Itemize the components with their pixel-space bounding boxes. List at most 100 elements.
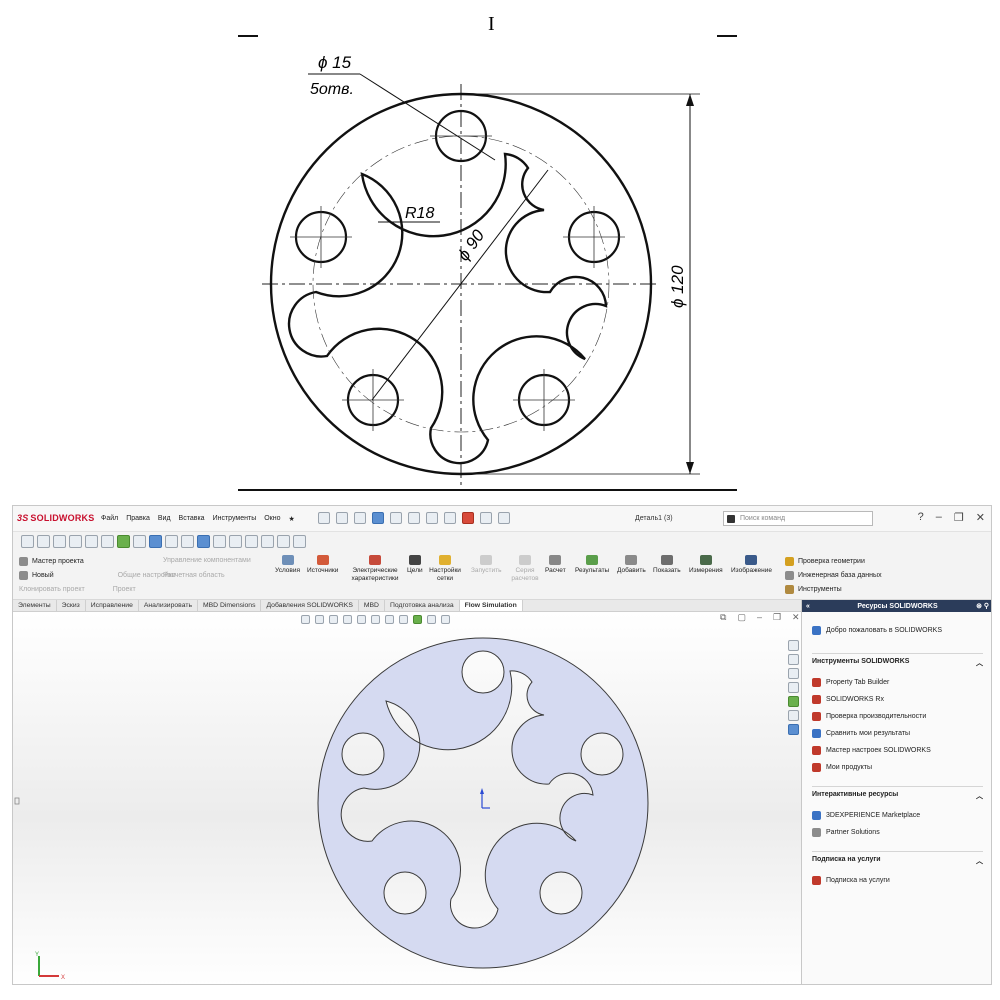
property-tab-builder-link[interactable]: Property Tab Builder xyxy=(812,674,983,691)
zoom-area-icon[interactable] xyxy=(37,535,50,548)
drawing-canvas: I ϕ 15 5отв. R18 ϕ 90 ϕ 120 xyxy=(238,13,737,491)
menu-edit[interactable]: Правка xyxy=(126,515,150,523)
search-commands-input[interactable]: Поиск команд xyxy=(723,511,873,526)
marketplace-link[interactable]: 3DEXPERIENCE Marketplace xyxy=(812,807,983,824)
pin-icon[interactable]: ★ xyxy=(289,515,295,523)
flow-sim-icon[interactable] xyxy=(181,535,194,548)
print-icon[interactable] xyxy=(390,512,402,524)
calculation-button[interactable]: Расчет xyxy=(545,555,566,575)
electrical-props-button[interactable]: Электрические характеристики xyxy=(347,555,403,583)
restore-button[interactable]: ❐ xyxy=(954,511,964,524)
file-properties-icon[interactable] xyxy=(480,512,492,524)
tab-sketch[interactable]: Эскиз xyxy=(57,600,86,611)
hide-show-icon[interactable] xyxy=(101,535,114,548)
marketplace-icon xyxy=(812,811,821,820)
tab-features[interactable]: Элементы xyxy=(13,600,57,611)
settings-wizard-link[interactable]: Мастер настроек SOLIDWORKS xyxy=(812,742,983,759)
menu-window[interactable]: Окно xyxy=(264,515,280,523)
view-cube-icon[interactable] xyxy=(149,535,162,548)
custom-props-tab-icon[interactable] xyxy=(788,710,799,721)
trimetric-icon[interactable] xyxy=(245,535,258,548)
home-icon[interactable] xyxy=(318,512,330,524)
wireframe-icon[interactable] xyxy=(277,535,290,548)
zoom-icon[interactable] xyxy=(21,535,34,548)
collapse-subscription-icon[interactable]: ︿ xyxy=(976,856,983,866)
redo-icon[interactable] xyxy=(426,512,438,524)
my-products-link[interactable]: Мои продукты xyxy=(812,759,983,776)
new-document-icon[interactable] xyxy=(336,512,348,524)
partner-solutions-link[interactable]: Partner Solutions xyxy=(812,824,983,841)
measure-icon[interactable] xyxy=(293,535,306,548)
shaded-icon[interactable] xyxy=(197,535,210,548)
open-folder-icon[interactable] xyxy=(354,512,366,524)
standard-views-icon[interactable] xyxy=(213,535,226,548)
collapse-pane-icon[interactable]: « xyxy=(806,603,810,610)
compare-results-link[interactable]: Сравнить мои результаты xyxy=(812,725,983,742)
subscription-link[interactable]: Подписка на услуги xyxy=(812,872,983,889)
file-explorer-tab-icon[interactable] xyxy=(788,668,799,679)
sources-button[interactable]: Источники xyxy=(307,555,338,575)
save-icon[interactable] xyxy=(372,512,384,524)
engineering-db-button[interactable]: Инженерная база данных xyxy=(785,568,985,582)
document-title: Деталь1 (3) xyxy=(635,515,673,522)
tab-analysis-prep[interactable]: Подготовка анализа xyxy=(385,600,460,611)
welcome-link[interactable]: Добро пожаловать в SOLIDWORKS xyxy=(812,626,983,635)
menu-tools[interactable]: Инструменты xyxy=(213,515,257,523)
tab-mbd-dimensions[interactable]: MBD Dimensions xyxy=(198,600,262,611)
performance-check-link[interactable]: Проверка производительности xyxy=(812,708,983,725)
isometric-icon[interactable] xyxy=(229,535,242,548)
menu-file[interactable]: Файл xyxy=(101,515,118,523)
flange-body[interactable] xyxy=(317,637,649,969)
close-button[interactable]: ✕ xyxy=(976,511,985,524)
tab-repair[interactable]: Исправление xyxy=(86,600,139,611)
tab-evaluate[interactable]: Анализировать xyxy=(139,600,198,611)
pane-pin-icon[interactable]: ⊛ ⚲ xyxy=(976,602,989,610)
display-style-icon[interactable] xyxy=(85,535,98,548)
goals-button[interactable]: Цели xyxy=(407,555,423,575)
section-view-icon[interactable] xyxy=(165,535,178,548)
new-project-button[interactable]: Новый Общие настройки xyxy=(19,568,269,582)
database-icon xyxy=(785,570,794,580)
project-dropdown[interactable]: Проект xyxy=(113,586,136,593)
measurements-button[interactable]: Измерения xyxy=(689,555,723,575)
results-button[interactable]: Результаты xyxy=(575,555,609,575)
appearance-icon[interactable] xyxy=(117,535,130,548)
appearances-tab-icon[interactable] xyxy=(788,696,799,707)
tab-flow-simulation[interactable]: Flow Simulation xyxy=(459,600,523,611)
menu-insert[interactable]: Вставка xyxy=(179,515,205,523)
solidworks-window: 3S SOLIDWORKS Файл Правка Вид Вставка Инс… xyxy=(12,505,992,985)
solidworks-rx-link[interactable]: SOLIDWORKS Rx xyxy=(812,691,983,708)
view-palette-tab-icon[interactable] xyxy=(788,682,799,693)
scene-icon[interactable] xyxy=(133,535,146,548)
show-button[interactable]: Показать xyxy=(653,555,681,575)
dim-hole-diameter: ϕ 15 xyxy=(318,53,352,72)
forum-tab-icon[interactable] xyxy=(788,724,799,735)
add-icon xyxy=(625,555,638,565)
image-button[interactable]: Изображение xyxy=(731,555,772,575)
dimetric-icon[interactable] xyxy=(261,535,274,548)
tools-section-title: Инструменты SOLIDWORKS xyxy=(812,658,910,665)
view-orient-icon[interactable] xyxy=(69,535,82,548)
collapse-online-icon[interactable]: ︿ xyxy=(976,791,983,801)
help-icon[interactable]: ? xyxy=(918,511,924,524)
graphics-area[interactable]: ⧉ ▢ – ❐ ✕ Y X xyxy=(13,612,801,984)
undo-icon[interactable] xyxy=(408,512,420,524)
batch-run-icon xyxy=(519,555,531,565)
minimize-button[interactable]: – xyxy=(936,511,942,524)
tools-dropdown[interactable]: Инструменты xyxy=(785,582,985,596)
tab-solidworks-addins[interactable]: Добавления SOLIDWORKS xyxy=(261,600,359,611)
mesh-settings-button[interactable]: Настройки сетки xyxy=(429,555,461,583)
sketch-icon[interactable] xyxy=(53,535,66,548)
traffic-light-icon[interactable] xyxy=(462,512,474,524)
tools-section: Инструменты SOLIDWORKS ︿ Property Tab Bui… xyxy=(812,653,983,776)
collapse-tools-icon[interactable]: ︿ xyxy=(976,658,983,668)
design-library-tab-icon[interactable] xyxy=(788,654,799,665)
menu-view[interactable]: Вид xyxy=(158,515,171,523)
options-gear-icon[interactable] xyxy=(498,512,510,524)
resources-tab-icon[interactable] xyxy=(788,640,799,651)
add-button[interactable]: Добавить xyxy=(617,555,646,575)
conditions-button[interactable]: Условия xyxy=(275,555,300,575)
check-geometry-button[interactable]: Проверка геометрии xyxy=(785,554,985,568)
tab-mbd[interactable]: MBD xyxy=(359,600,385,611)
select-arrow-icon[interactable] xyxy=(444,512,456,524)
